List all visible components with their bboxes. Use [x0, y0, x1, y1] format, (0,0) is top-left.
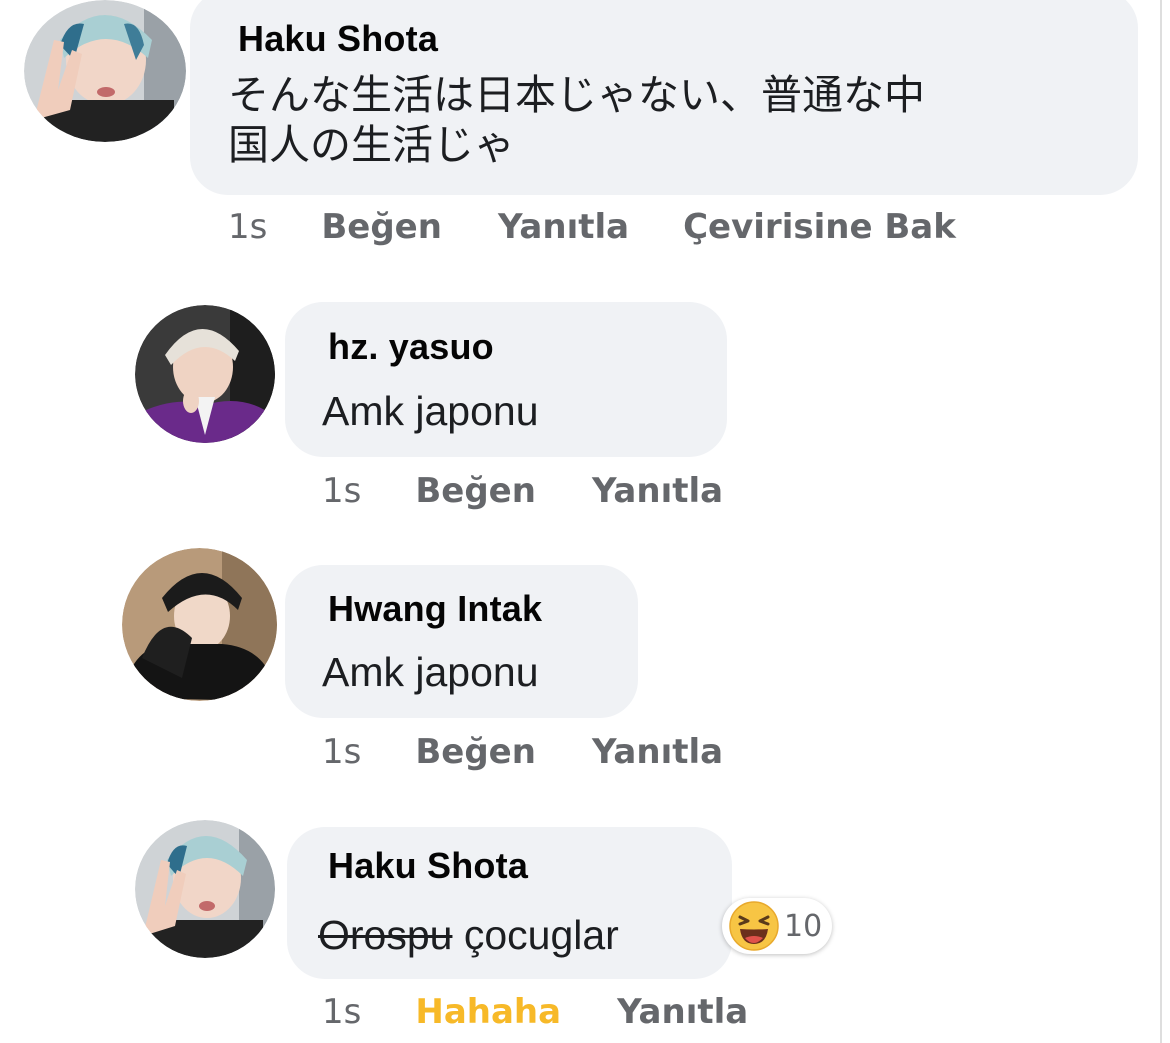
comment-actions: 1s Beğen Yanıtla Çevirisine Bak	[228, 207, 956, 247]
comment-author[interactable]: Haku Shota	[238, 18, 438, 60]
comment-author[interactable]: Haku Shota	[328, 845, 528, 887]
comment-time: 1s	[228, 207, 268, 247]
comment-bubble	[285, 302, 727, 457]
comment-bubble	[287, 827, 732, 979]
like-button[interactable]: Beğen	[415, 732, 536, 772]
reply-button[interactable]: Yanıtla	[592, 471, 723, 511]
comment-time: 1s	[322, 471, 362, 511]
struck-text: Orospu	[318, 912, 453, 958]
reply-button[interactable]: Yanıtla	[592, 732, 723, 772]
avatar[interactable]	[135, 820, 275, 958]
avatar-image	[135, 820, 275, 958]
comment-text-rest: çocuglar	[452, 912, 619, 958]
reply-button[interactable]: Yanıtla	[498, 207, 629, 247]
comment-text: Orospu çocuglar	[318, 910, 619, 960]
avatar[interactable]	[122, 548, 277, 701]
comment-actions: 1s Beğen Yanıtla	[322, 471, 723, 511]
see-translation-button[interactable]: Çevirisine Bak	[683, 207, 956, 247]
comment-actions: 1s Beğen Yanıtla	[322, 732, 723, 772]
comment-text-line-2: 国人の生活じゃ	[228, 121, 515, 169]
avatar-image	[24, 0, 186, 142]
comment-1: Haku Shota そんな生活は日本じゃない、普通な中 国人の生活じゃ 1s …	[0, 0, 1170, 260]
comment-text-line-1: そんな生活は日本じゃない、普通な中	[228, 71, 925, 119]
like-button[interactable]: Beğen	[415, 471, 536, 511]
like-button[interactable]: Beğen	[321, 207, 442, 247]
comment-time: 1s	[322, 992, 362, 1032]
avatar-image	[122, 548, 277, 701]
reaction-count: 10	[784, 908, 823, 944]
comment-bubble	[285, 565, 638, 718]
comment-actions: 1s Hahaha Yanıtla	[322, 992, 748, 1032]
reaction-summary[interactable]: 10	[722, 898, 833, 954]
avatar[interactable]	[135, 305, 275, 443]
comment-author[interactable]: hz. yasuo	[328, 326, 494, 368]
comment-text: Amk japonu	[322, 649, 539, 695]
comment-author[interactable]: Hwang Intak	[328, 588, 542, 630]
laughing-emoji-icon	[729, 901, 779, 951]
avatar[interactable]	[24, 0, 186, 142]
comment-text: Amk japonu	[322, 388, 539, 434]
comment-time: 1s	[322, 732, 362, 772]
reply-button[interactable]: Yanıtla	[617, 992, 748, 1032]
avatar-image	[135, 305, 275, 443]
haha-reaction-button[interactable]: Hahaha	[415, 992, 561, 1032]
